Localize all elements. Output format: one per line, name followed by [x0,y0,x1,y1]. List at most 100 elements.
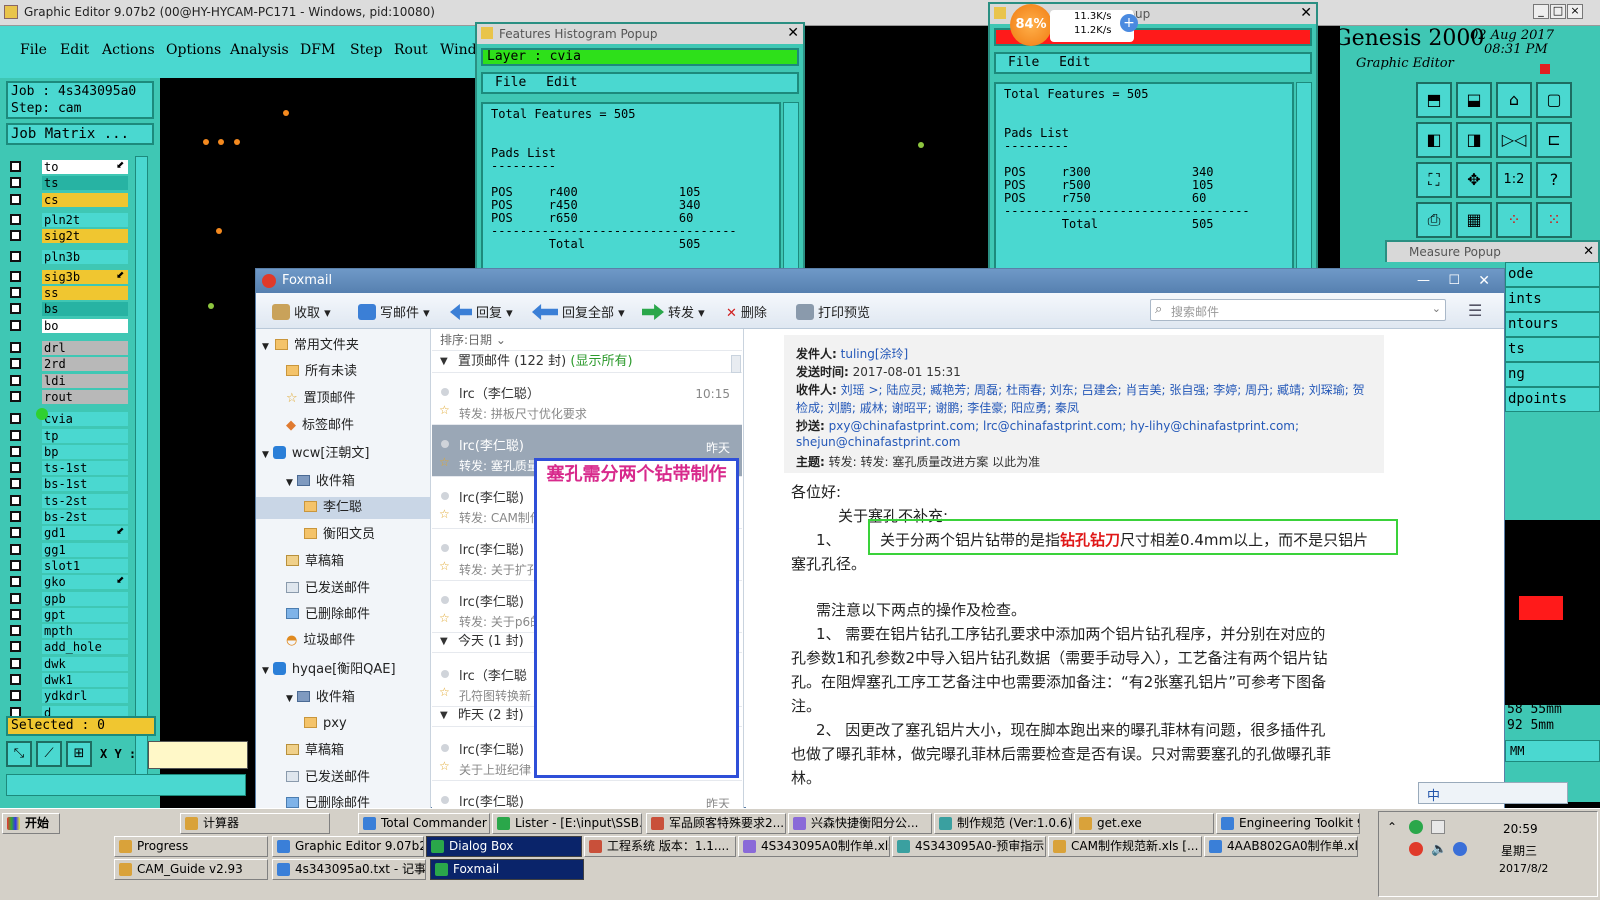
layer-row[interactable]: to ⬋ [10,160,128,174]
folder-item[interactable]: ☆ 置顶邮件 [286,390,356,408]
taskbar-button[interactable]: Dialog Box [426,836,582,857]
popup-scrollbar[interactable] [783,102,799,272]
tray-app-icon[interactable] [1431,820,1445,834]
layer-checkbox[interactable] [10,250,21,262]
print-icon[interactable]: ⎙ [1416,202,1452,238]
layer-name[interactable]: rout [42,389,128,404]
layer-name[interactable]: tp [42,428,128,443]
layer-checkbox[interactable] [10,608,21,620]
layer-checkbox[interactable] [10,674,21,685]
close-icon[interactable]: ✕ [1583,244,1594,259]
step-icon[interactable]: ⊏ [1536,122,1572,158]
table-icon[interactable]: ▦ [1456,202,1492,238]
layer-checkbox[interactable] [10,511,21,522]
layer-row[interactable]: ydkdrl [10,689,128,704]
layer-row[interactable]: gpt [10,607,128,622]
layer-checkbox[interactable] [10,445,21,457]
pan-icon[interactable]: ✥ [1456,162,1492,198]
measure-option[interactable]: dpoints [1505,387,1600,412]
layer-name[interactable]: 2rd [42,357,128,372]
star-icon[interactable]: ☆ [439,455,450,469]
layer-checkbox[interactable] [10,576,21,588]
show-all-link[interactable]: (显示所有) [570,354,632,369]
layer-checkbox[interactable] [10,641,21,653]
layer-row[interactable]: pln2t [10,212,128,227]
folder-item[interactable]: ▼ 收件箱 [286,689,355,707]
menu-edit[interactable]: Edit [60,42,89,58]
mirror-icon[interactable]: ▷◁ [1496,122,1532,158]
layer-row[interactable]: gko ⬋ [10,575,128,590]
netlist-icon[interactable]: ⁘ [1496,202,1532,238]
menu-step[interactable]: Step [350,42,382,58]
measure-option[interactable]: ints [1505,287,1600,312]
compose-button[interactable]: 写邮件 ▾ [358,302,430,321]
folder-item[interactable]: 所有未读 [286,363,357,381]
star-icon[interactable]: ☆ [439,559,450,573]
mail-item[interactable]: lrc（李仁聪） ☆ 转发: 拼板尺寸优化要求 10:15 [432,373,742,425]
layer-name[interactable]: ts [42,176,128,191]
layer-row[interactable]: pln3b [10,249,128,264]
layer-checkbox[interactable] [10,270,21,282]
layer-name[interactable]: cs [42,192,128,207]
layer-row[interactable]: sig3b ⬋ [10,269,128,284]
job-matrix-button[interactable]: Job Matrix ... [6,123,154,145]
layer-name[interactable]: gg1 [42,542,128,557]
measure-option[interactable]: ode [1505,262,1600,287]
layer-row[interactable]: ts-1st [10,461,128,476]
folder-item[interactable]: pxy [304,715,347,733]
tray-app-icon[interactable] [1409,820,1423,834]
reply-button[interactable]: 回复 ▾ [450,302,513,321]
open-job-icon[interactable]: ⬒ [1416,82,1452,118]
layer-checkbox[interactable] [10,690,21,702]
zoom-box-icon[interactable]: ⤡ [6,741,32,767]
fit-icon[interactable]: ⛶ [1416,162,1452,198]
layer-name[interactable]: ydkdrl [42,689,128,704]
star-icon[interactable]: ☆ [439,759,450,773]
layer-name[interactable]: dwk1 [42,673,128,687]
menu-file[interactable]: File [20,42,47,58]
layer-row[interactable]: tp [10,428,128,443]
star-icon[interactable]: ☆ [439,611,450,625]
save-job-icon[interactable]: ⬓ [1456,82,1492,118]
taskbar-button[interactable]: Total Commander 7.0... [358,813,490,834]
layer-checkbox[interactable] [10,161,21,172]
layer-checkbox[interactable] [10,230,21,242]
snap-icon[interactable]: ⟋ [36,741,62,767]
taskbar-button[interactable]: Progress [114,836,268,857]
folder-item[interactable]: ▼ 收件箱 [286,473,355,491]
layer-checkbox[interactable] [10,177,21,189]
folder-item[interactable]: 草稿箱 [286,553,344,571]
popup-scrollbar[interactable] [1296,82,1312,270]
volume-icon[interactable]: 🔈 [1431,842,1447,857]
measure-option[interactable]: ntours [1505,312,1600,337]
layer-row[interactable]: dwk [10,656,128,671]
layer-checkbox[interactable] [10,287,21,299]
taskbar-button[interactable]: CAM_Guide v2.93 [114,859,268,880]
layer-row[interactable]: gpb [10,591,128,606]
layer-checkbox[interactable] [10,390,21,402]
layer-row[interactable]: gd1 ⬋ [10,526,128,541]
layer-row[interactable]: ss [10,286,128,301]
menu-dfm[interactable]: DFM [300,42,335,58]
taskbar-button[interactable]: Foxmail [430,859,584,880]
layer-checkbox[interactable] [10,494,21,506]
layer-checkbox[interactable] [10,193,21,205]
layer-row[interactable]: cs [10,192,128,207]
layer-row[interactable]: add_hole [10,640,128,655]
folder-item[interactable]: ▼ 常用文件夹 [262,337,359,355]
home-icon[interactable]: ⌂ [1496,82,1532,118]
menu-actions[interactable]: Actions [102,42,155,58]
taskbar-button[interactable]: 4AAB802GA0制作单.xls... [1204,836,1358,857]
popup-menu-edit[interactable]: Edit [546,75,577,90]
taskbar-button[interactable]: 4s343095a0.txt - 记事本 [272,859,426,880]
layer-name[interactable]: bp [42,444,128,459]
layer-checkbox[interactable] [10,319,21,331]
layer-row[interactable]: ts [10,176,128,191]
layer-name[interactable]: bs-1st [42,477,128,492]
layer-name[interactable]: gpt [42,607,128,622]
list-scrollbar[interactable] [731,355,741,373]
layer-checkbox[interactable] [10,342,21,353]
layer-checkbox[interactable] [10,657,21,669]
layer-checkbox[interactable] [10,429,21,441]
layer-checkbox[interactable] [10,213,21,225]
